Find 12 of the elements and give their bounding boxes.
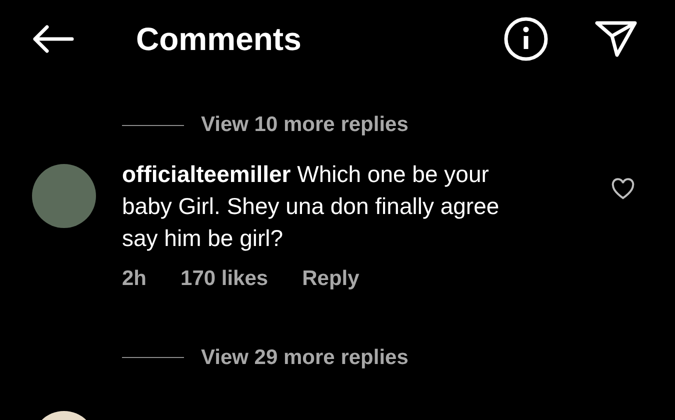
info-icon[interactable] bbox=[503, 16, 549, 62]
send-icon[interactable] bbox=[595, 20, 637, 58]
screen-title: Comments bbox=[136, 20, 302, 59]
back-button[interactable] bbox=[32, 24, 74, 54]
view-replies-link[interactable]: View 10 more replies bbox=[201, 109, 408, 141]
comment-time: 2h bbox=[122, 266, 147, 292]
heart-icon[interactable] bbox=[611, 178, 635, 200]
view-replies-link[interactable]: View 29 more replies bbox=[201, 342, 408, 374]
comment-text: officialteemiller Which one be your baby Girl. Shey una don finally agree say him be girl? bbox=[122, 160, 500, 253]
likes-link[interactable]: 170 likes bbox=[180, 263, 268, 294]
back-arrow-icon bbox=[32, 25, 74, 53]
reply-link[interactable]: Reply bbox=[302, 263, 360, 294]
